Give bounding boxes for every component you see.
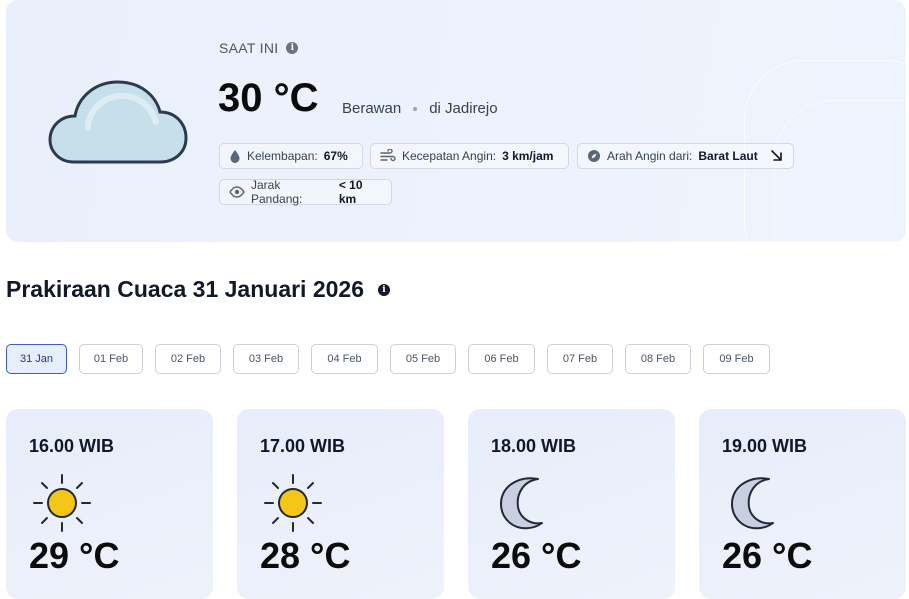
separator-dot bbox=[413, 106, 418, 111]
wind-direction-chip: Arah Angin dari: Barat Laut bbox=[577, 143, 794, 169]
cloud-icon bbox=[48, 80, 188, 164]
current-label: SAAT INI i bbox=[219, 40, 299, 56]
tab-01-feb[interactable]: 01 Feb bbox=[79, 344, 143, 374]
tab-08-feb[interactable]: 08 Feb bbox=[625, 344, 691, 374]
decorative-arc bbox=[774, 100, 906, 242]
visibility-label: Jarak Pandang: bbox=[251, 178, 303, 206]
wind-speed-chip: Kecepatan Angin: 3 km/jam bbox=[370, 143, 569, 169]
hourly-card[interactable]: 17.00 WIB 28 °C bbox=[237, 409, 444, 599]
humidity-chip: Kelembapan: 67% bbox=[219, 143, 363, 169]
hour-time: 17.00 WIB bbox=[260, 436, 346, 456]
hourly-card[interactable]: 16.00 WIB 29 °C bbox=[6, 409, 213, 599]
water-drop-icon bbox=[230, 150, 240, 163]
wind-direction-value: Barat Laut bbox=[698, 149, 758, 163]
tab-09-feb[interactable]: 09 Feb bbox=[703, 344, 770, 374]
wind-direction-label: Arah Angin dari: bbox=[607, 149, 693, 163]
forecast-title-text: Prakiraan Cuaca 31 Januari 2026 bbox=[6, 276, 365, 302]
wind-icon bbox=[380, 149, 396, 162]
current-weather-card: SAAT INI i 30 °C Berawan di Jadirejo Kel… bbox=[6, 0, 906, 242]
moon-icon bbox=[731, 477, 774, 530]
moon-icon bbox=[500, 477, 543, 530]
humidity-value: 67% bbox=[323, 149, 348, 163]
sun-icon bbox=[33, 474, 91, 532]
visibility-value: < 10 km bbox=[338, 178, 363, 206]
hourly-card[interactable]: 19.00 WIB 26 °C bbox=[699, 409, 906, 599]
tab-05-feb[interactable]: 05 Feb bbox=[390, 344, 456, 374]
current-location: di Jadirejo bbox=[429, 100, 498, 117]
arrow-down-right-icon bbox=[770, 150, 782, 161]
humidity-label: Kelembapan: bbox=[247, 149, 318, 163]
wind-speed-label: Kecepatan Angin: bbox=[402, 149, 497, 163]
hour-time: 19.00 WIB bbox=[722, 436, 808, 456]
visibility-chip: Jarak Pandang: < 10 km bbox=[219, 178, 392, 206]
tab-02-feb[interactable]: 02 Feb bbox=[155, 344, 221, 374]
hour-time: 16.00 WIB bbox=[29, 436, 115, 456]
tab-04-feb[interactable]: 04 Feb bbox=[311, 344, 378, 374]
forecast-title: Prakiraan Cuaca 31 Januari 2026 i bbox=[6, 276, 391, 303]
condition-row: Berawan di Jadirejo bbox=[342, 100, 498, 117]
hour-temperature: 28 °C bbox=[260, 535, 351, 576]
hour-temperature: 26 °C bbox=[491, 535, 582, 576]
current-condition: Berawan bbox=[342, 100, 402, 117]
current-temperature: 30 °C bbox=[218, 76, 319, 120]
hour-temperature: 26 °C bbox=[722, 535, 813, 576]
hourly-card[interactable]: 18.00 WIB 26 °C bbox=[468, 409, 675, 599]
eye-icon bbox=[229, 186, 245, 198]
sun-icon bbox=[264, 474, 322, 532]
tab-03-feb[interactable]: 03 Feb bbox=[233, 344, 299, 374]
hour-temperature: 29 °C bbox=[29, 535, 120, 576]
compass-icon bbox=[588, 150, 600, 162]
tab-07-feb[interactable]: 07 Feb bbox=[547, 344, 613, 374]
wind-speed-value: 3 km/jam bbox=[502, 149, 554, 163]
hour-time: 18.00 WIB bbox=[491, 436, 577, 456]
info-icon[interactable]: i bbox=[378, 283, 391, 296]
tab-31-jan[interactable]: 31 Jan bbox=[6, 344, 67, 374]
tab-06-feb[interactable]: 06 Feb bbox=[468, 344, 535, 374]
info-icon[interactable]: i bbox=[286, 42, 299, 54]
